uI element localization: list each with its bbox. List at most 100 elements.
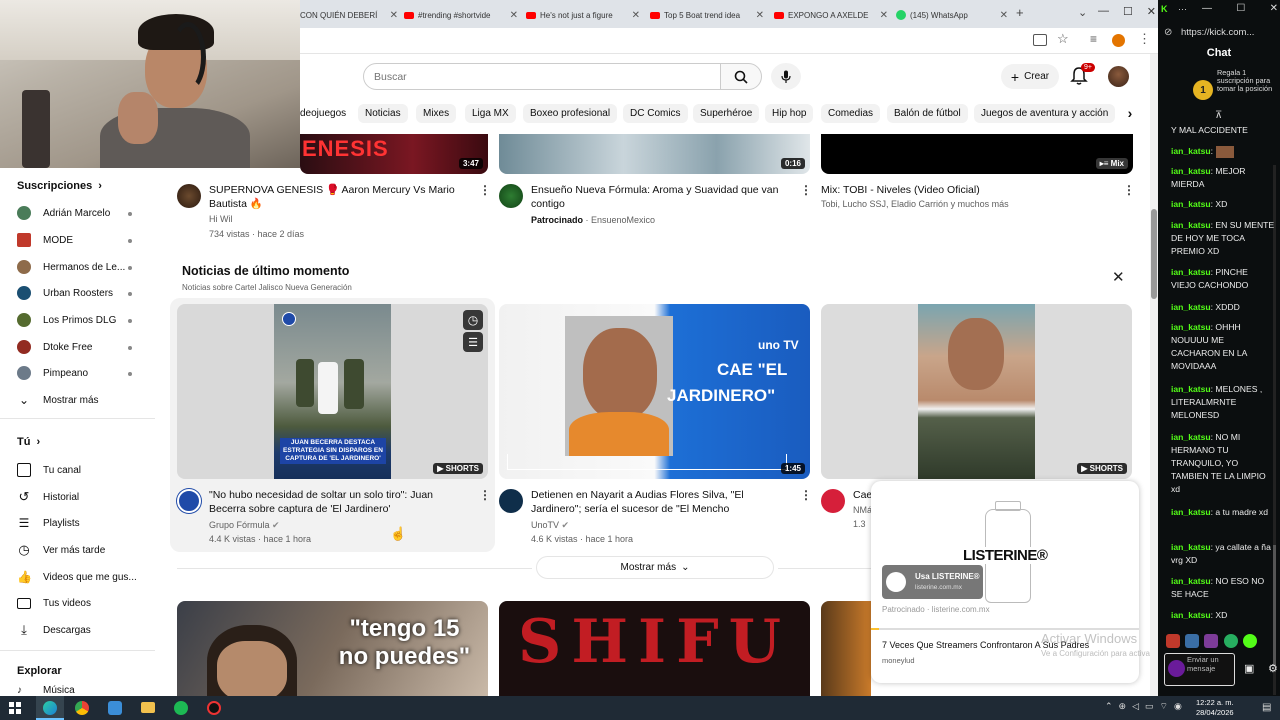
sidebar-item-subscription[interactable]: Hermanos de Le...	[17, 255, 125, 279]
close-icon[interactable]: ✕	[1000, 10, 1008, 21]
ad-cta-card[interactable]: Usa LISTERINE® listerine.com.mx	[882, 565, 983, 599]
obs-icon[interactable]	[207, 701, 221, 715]
account-avatar[interactable]	[1108, 66, 1129, 87]
video-title[interactable]: Detienen en Nayarit a Audias Flores Silv…	[531, 488, 796, 516]
chat-username[interactable]: ian_katsu	[1171, 267, 1211, 277]
channel-name[interactable]: EnsuenoMexico	[591, 215, 655, 225]
video-thumbnail[interactable]: ENESIS 3:47	[300, 134, 488, 174]
language-icon[interactable]: ◉	[1174, 701, 1182, 712]
more-options-icon[interactable]: ⋮	[800, 183, 812, 197]
chat-message-input[interactable]: Enviar un mensaje	[1164, 653, 1235, 686]
browser-tab[interactable]: EXPONGO A AXELDE ✕	[774, 4, 888, 26]
video-title[interactable]: Cae	[853, 488, 872, 502]
video-title[interactable]: Mix: TOBI - Niveles (Video Oficial)	[821, 183, 1121, 197]
more-icon[interactable]: ⋯	[1178, 4, 1187, 15]
chat-username[interactable]: ian_katsu	[1171, 166, 1211, 176]
channel-avatar[interactable]	[499, 489, 523, 513]
browser-tab[interactable]: CON QUIÉN DEBERÍ ✕	[300, 4, 398, 26]
close-window-icon[interactable]: ✕	[1147, 5, 1156, 18]
close-icon[interactable]: ✕	[756, 10, 764, 21]
chip[interactable]: Juegos de aventura y acción	[974, 104, 1116, 123]
video-thumbnail[interactable]	[821, 601, 871, 696]
chevron-up-icon[interactable]: ⌃	[1105, 701, 1113, 712]
chip[interactable]: Boxeo profesional	[523, 104, 618, 123]
sidebar-item-subscription[interactable]: Urban Roosters	[17, 281, 113, 305]
channel-avatar[interactable]	[177, 489, 201, 513]
address-bar[interactable]: ☆ ≡ ⋮	[300, 28, 1158, 54]
browser-tab[interactable]: #trending #shortvide ✕	[404, 4, 518, 26]
sidebar-item-downloads[interactable]: ⤓ Descargas	[17, 618, 91, 642]
clock[interactable]: 12:22 a. m. 28/04/2026	[1196, 698, 1234, 718]
show-more-button[interactable]: ⌄ Mostrar más	[17, 388, 99, 412]
chip[interactable]: DC Comics	[623, 104, 688, 123]
maximize-icon[interactable]: ☐	[1236, 3, 1245, 14]
channel-line[interactable]: Grupo Fórmula ✔	[209, 520, 280, 531]
volume-icon[interactable]: ◁	[1132, 701, 1139, 712]
chat-username[interactable]: ian_katsu	[1171, 507, 1211, 517]
video-title[interactable]: Ensueño Nueva Fórmula: Aroma y Suavidad …	[531, 183, 796, 211]
video-thumbnail[interactable]: SHIFU	[499, 601, 810, 696]
sidebar-item-subscription[interactable]: Dtoke Free	[17, 335, 92, 359]
new-tab-button[interactable]: +	[1016, 5, 1024, 20]
more-options-icon[interactable]: ⋮	[800, 488, 812, 502]
notifications-icon[interactable]: ▤	[1262, 702, 1271, 713]
close-window-icon[interactable]: ✕	[1270, 3, 1278, 14]
sidebar-item-liked-videos[interactable]: 👍 Videos que me gus...	[17, 565, 137, 589]
close-icon[interactable]: ✕	[632, 10, 640, 21]
video-thumbnail[interactable]: 0:16	[499, 134, 810, 174]
taskbar-app-edge[interactable]	[36, 696, 64, 720]
minimize-icon[interactable]: —	[1202, 3, 1212, 14]
more-options-icon[interactable]: ⋮	[479, 488, 491, 502]
chip[interactable]: Mixes	[416, 104, 457, 123]
windows-start-icon[interactable]	[9, 702, 21, 714]
browser-tab[interactable]: He's not just a figure ✕	[526, 4, 640, 26]
chip[interactable]: deojuegos	[300, 104, 353, 123]
battery-icon[interactable]: ▭	[1145, 701, 1154, 712]
close-icon[interactable]: ✕	[1112, 268, 1125, 286]
folder-icon[interactable]	[141, 702, 155, 713]
channel-name[interactable]: Hi Wil	[209, 214, 233, 224]
more-options-icon[interactable]: ⋮	[1123, 183, 1135, 197]
watch-later-icon[interactable]: ◷	[463, 310, 483, 330]
maximize-icon[interactable]: ☐	[1123, 5, 1133, 18]
sidebar-item-your-channel[interactable]: Tu canal	[17, 458, 81, 482]
browser-tab[interactable]: Top 5 Boat trend idea ✕	[650, 4, 764, 26]
chip[interactable]: Comedias	[821, 104, 881, 123]
sidebar-item-subscription[interactable]: Los Primos DLG	[17, 308, 116, 332]
chip[interactable]: Balón de fútbol	[887, 104, 968, 123]
close-icon[interactable]: ✕	[880, 10, 888, 21]
sidebar-item-history[interactable]: ↺ Historial	[17, 485, 80, 509]
create-button[interactable]: + Crear	[1001, 64, 1059, 89]
more-options-icon[interactable]: ⋮	[479, 183, 491, 197]
subscriptions-heading[interactable]: Suscripciones ›	[17, 180, 102, 192]
chat-username[interactable]: ian_katsu	[1171, 542, 1211, 552]
settings-app-icon[interactable]	[108, 701, 122, 715]
gift-sub-prompt[interactable]: Regala 1 suscripción para tomar la posic…	[1217, 69, 1273, 93]
sidebar-item-subscription[interactable]: MODE	[17, 228, 73, 252]
sidebar-item-playlists[interactable]: ☰ Playlists	[17, 511, 80, 535]
profile-avatar[interactable]	[1112, 34, 1125, 47]
video-title[interactable]: SUPERNOVA GENESIS 🥊 Aaron Mercury Vs Mar…	[209, 183, 474, 211]
chat-username[interactable]: ian_katsu	[1171, 432, 1211, 442]
sidebar-item-subscription[interactable]: Adrián Marcelo	[17, 201, 110, 225]
video-thumbnail[interactable]: ▸≡ Mix	[821, 134, 1133, 174]
search-input[interactable]: Buscar	[363, 63, 721, 90]
chat-username[interactable]: ian_katsu	[1171, 146, 1211, 156]
wifi-icon[interactable]: ⌔	[1160, 701, 1168, 712]
video-thumbnail[interactable]: ▶ SHORTS	[821, 304, 1132, 479]
minimize-icon[interactable]: —	[1098, 5, 1109, 18]
network-icon[interactable]: ⊕	[1119, 701, 1127, 712]
search-button[interactable]	[720, 63, 762, 90]
chat-username[interactable]: ian_katsu	[1171, 576, 1211, 586]
channel-avatar[interactable]	[177, 184, 201, 208]
chip[interactable]: Superhéroe	[693, 104, 760, 123]
chevron-right-icon[interactable]: ›	[1120, 103, 1140, 123]
channel-avatar[interactable]	[821, 489, 845, 513]
chat-username[interactable]: ian_katsu	[1171, 322, 1211, 332]
sidebar-item-subscription[interactable]: Pimpeano	[17, 361, 88, 385]
chat-username[interactable]: ian_katsu	[1171, 610, 1211, 620]
scrollbar-thumb[interactable]	[1151, 209, 1157, 299]
video-title[interactable]: "No hubo necesidad de soltar un solo tir…	[209, 488, 474, 516]
gift-icon[interactable]: ▣	[1244, 662, 1254, 675]
close-icon[interactable]: ✕	[510, 10, 518, 21]
